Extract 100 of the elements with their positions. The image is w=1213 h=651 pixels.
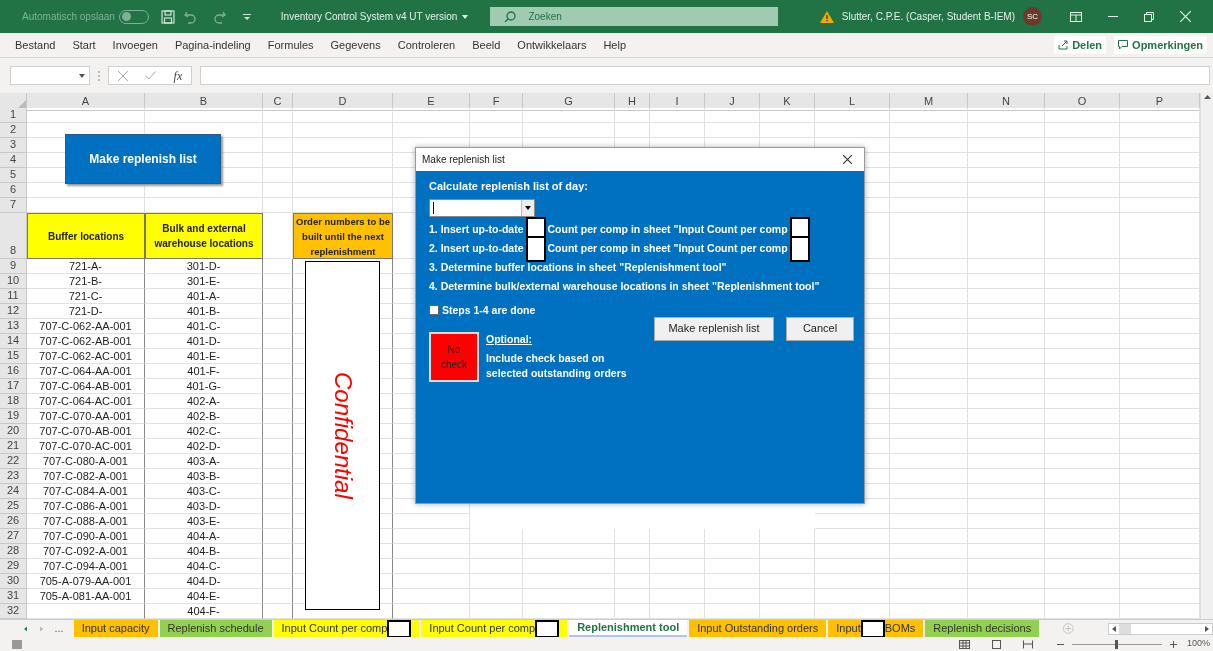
sheet-tab-label[interactable]: Input capacity xyxy=(81,620,150,637)
column-header[interactable]: A xyxy=(27,93,145,111)
row-number[interactable]: 25 xyxy=(0,499,27,514)
sheet-tab[interactable]: Replenishment tool xyxy=(569,619,688,638)
row-number[interactable]: 13 xyxy=(0,319,27,334)
row-number[interactable]: 12 xyxy=(0,304,27,319)
column-header[interactable]: O xyxy=(1045,93,1120,111)
sheet-tab-label[interactable]: Input xyxy=(836,620,861,637)
row-number[interactable]: 15 xyxy=(0,349,27,364)
steps-done-label[interactable]: Steps 1-4 are done xyxy=(442,302,536,319)
column-header[interactable]: E xyxy=(393,93,470,111)
sheet-tab-label[interactable]: Replenish schedule xyxy=(167,620,264,637)
ribbon-tab[interactable]: Bestand xyxy=(15,36,56,54)
ribbon-tab[interactable]: Ontwikkelaars xyxy=(517,36,587,54)
row-number[interactable]: 31 xyxy=(0,589,27,604)
row-number[interactable]: 22 xyxy=(0,454,27,469)
sheet-tab-label[interactable]: Replenish decisions xyxy=(933,620,1032,637)
make-list-shape-button[interactable]: Make replenish list xyxy=(65,134,221,184)
row-number[interactable]: 10 xyxy=(0,274,27,289)
sheet-tab[interactable]: Input capacity xyxy=(73,619,158,638)
table-cell: 707-C-090-A-001 xyxy=(27,529,145,544)
row-number[interactable]: 28 xyxy=(0,544,27,559)
ribbon-tab[interactable]: Beeld xyxy=(472,36,501,54)
user-name[interactable]: Slutter, C.P.E. (Casper, Student B-IEM) xyxy=(841,9,1015,24)
column-header[interactable]: M xyxy=(890,93,968,111)
make-list-button[interactable]: Make replenish list xyxy=(654,316,774,341)
column-header[interactable]: H xyxy=(615,93,650,111)
document-title[interactable]: Inventory Control System v4 UT version xyxy=(280,9,458,24)
row-number[interactable]: 18 xyxy=(0,394,27,409)
column-header[interactable]: G xyxy=(523,93,615,111)
step-text: Count per comp in sheet "Input Count per comp xyxy=(547,241,788,257)
row-number[interactable]: 5 xyxy=(0,168,27,183)
search-field[interactable]: Zoeken xyxy=(490,7,779,26)
row-number[interactable]: 4 xyxy=(0,153,27,168)
sheet-tab[interactable]: Replenish schedule xyxy=(159,619,272,638)
column-header[interactable]: D xyxy=(293,93,393,111)
ribbon-tab[interactable]: Controleren xyxy=(397,36,456,54)
row-number[interactable]: 29 xyxy=(0,559,27,574)
ribbon-tab[interactable]: Start xyxy=(72,36,96,54)
sheet-tab[interactable]: Input Outstanding orders xyxy=(689,619,827,638)
sheet-tab-label[interactable]: Input Count per comp xyxy=(281,620,388,637)
sheet-tab[interactable]: Input BOMs xyxy=(828,619,924,638)
column-header[interactable]: B xyxy=(145,93,263,111)
column-header[interactable]: I xyxy=(650,93,705,111)
row-number[interactable]: 20 xyxy=(0,424,27,439)
row-number[interactable]: 14 xyxy=(0,334,27,349)
row-number[interactable]: 8 xyxy=(0,213,27,259)
row-number[interactable]: 3 xyxy=(0,138,27,153)
table-cell: 401-E- xyxy=(145,349,263,364)
row-number[interactable]: 23 xyxy=(0,469,27,484)
table-cell: 404-E- xyxy=(145,589,263,604)
step-text: 1. Insert up-to-date xyxy=(429,222,524,238)
optional-title: Optional: xyxy=(486,332,534,348)
table-cell: 401-B- xyxy=(145,304,263,319)
row-number[interactable]: 24 xyxy=(0,484,27,499)
column-header[interactable]: C xyxy=(263,93,293,111)
sheet-tab-label[interactable]: BOMs xyxy=(884,620,916,637)
check-toggle-button[interactable]: No check xyxy=(429,332,479,383)
column-header[interactable]: J xyxy=(705,93,760,111)
row-number[interactable]: 17 xyxy=(0,379,27,394)
table-cell: 402-A- xyxy=(145,394,263,409)
row-number[interactable]: 16 xyxy=(0,364,27,379)
table-cell: 404-D- xyxy=(145,574,263,589)
ribbon-tab[interactable]: Help xyxy=(603,36,627,54)
more-sheets-button[interactable]: ... xyxy=(54,620,64,637)
ribbon-tab[interactable]: Gegevens xyxy=(330,36,381,54)
row-number[interactable]: 30 xyxy=(0,574,27,589)
row-number[interactable]: 19 xyxy=(0,409,27,424)
row-number[interactable]: 27 xyxy=(0,529,27,544)
ribbon-tab[interactable]: Pagina-indeling xyxy=(174,36,251,54)
column-header[interactable]: L xyxy=(815,93,890,111)
sheet-tab-label[interactable]: Replenishment tool xyxy=(577,618,680,636)
ribbon-tab[interactable]: Formules xyxy=(267,36,314,54)
column-header[interactable]: K xyxy=(760,93,815,111)
autosave-label: Automatisch opslaan xyxy=(22,10,115,24)
sheet-tab-label[interactable]: Input Count per comp xyxy=(429,620,536,637)
column-header[interactable]: N xyxy=(968,93,1045,111)
column-header[interactable]: F xyxy=(470,93,523,111)
row-number[interactable]: 9 xyxy=(0,259,27,274)
cancel-button[interactable]: Cancel xyxy=(786,316,854,341)
row-number[interactable]: 11 xyxy=(0,289,27,304)
step-text: 3. Determine buffer locations in sheet "Replenishment tool" xyxy=(429,260,727,276)
share-button[interactable]: Delen xyxy=(1054,36,1107,54)
sheet-tab-label[interactable]: Input Outstanding orders xyxy=(697,620,819,637)
row-number[interactable]: 21 xyxy=(0,439,27,454)
row-number[interactable]: 2 xyxy=(0,123,27,138)
table-cell: 721-B- xyxy=(27,274,145,289)
sheet-tab[interactable]: Input Count per comp xyxy=(421,619,568,638)
row-number[interactable]: 6 xyxy=(0,183,27,198)
sheet-tab[interactable]: Replenish decisions xyxy=(925,619,1040,638)
row-number[interactable]: 26 xyxy=(0,514,27,529)
row-number[interactable]: 32 xyxy=(0,604,27,619)
ribbon-tab[interactable]: Invoegen xyxy=(112,36,158,54)
insert-function-button[interactable]: fx xyxy=(173,66,183,85)
sheet-tab[interactable]: Input Count per comp xyxy=(273,619,420,638)
user-avatar[interactable]: SC xyxy=(1023,7,1042,26)
comments-button[interactable]: Opmerkingen xyxy=(1114,36,1207,54)
row-number[interactable]: 7 xyxy=(0,198,27,213)
zoom-level[interactable]: 100% xyxy=(1186,637,1210,651)
row-number[interactable]: 1 xyxy=(0,108,27,123)
